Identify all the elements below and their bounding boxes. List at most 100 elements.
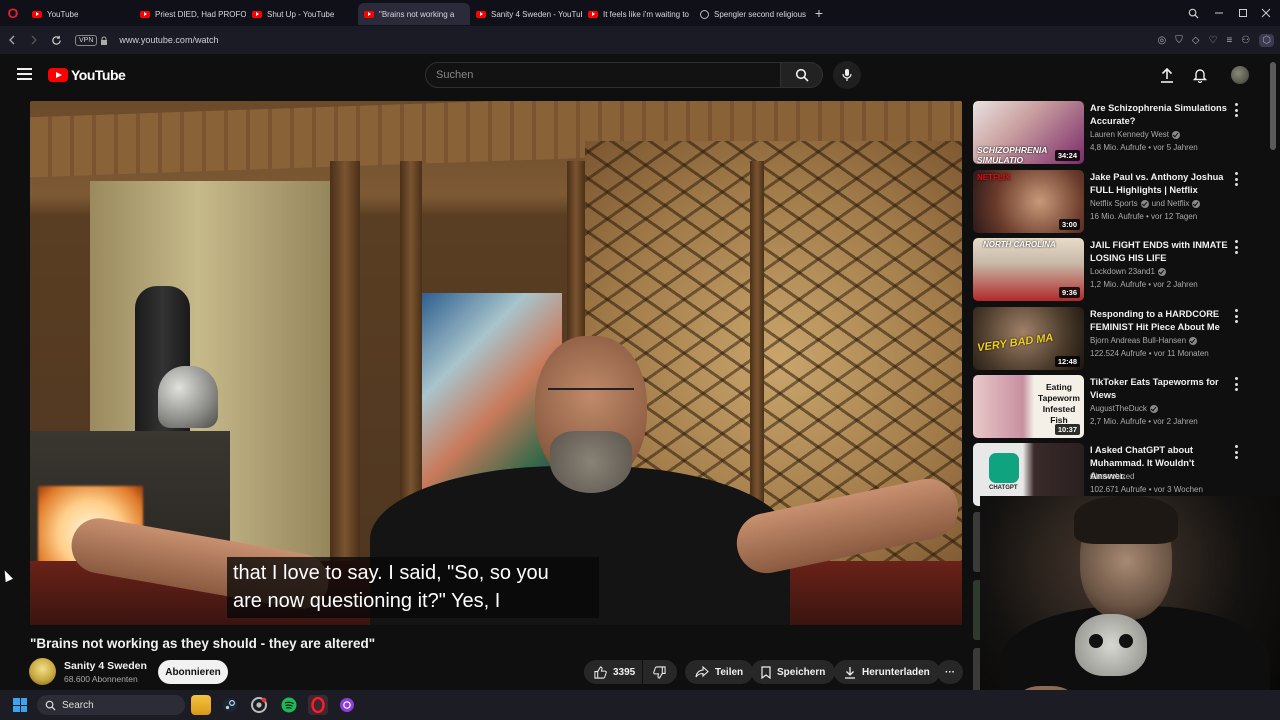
recommendation-meta: 16 Mio. Aufrufe • vor 12 Tagen — [1090, 212, 1198, 221]
lock-icon[interactable] — [97, 29, 111, 51]
more-options-icon[interactable] — [1232, 240, 1240, 254]
video-player[interactable]: that I love to say. I said, "So, so you … — [30, 101, 962, 625]
recommendation-title[interactable]: Responding to a HARDCORE FEMINIST Hit Pi… — [1090, 308, 1230, 334]
recommendation-channel[interactable]: Bjorn Andreas Bull-Hansen — [1090, 336, 1198, 345]
share-button[interactable]: Teilen — [685, 660, 754, 684]
recommendation-thumbnail[interactable]: NETFLIX 3:00 — [973, 170, 1084, 233]
opera-icon[interactable] — [308, 695, 328, 715]
recommendation-title[interactable]: JAIL FIGHT ENDS with INMATE LOSING HIS L… — [1090, 239, 1230, 265]
back-icon[interactable] — [1, 29, 23, 51]
recommendation-meta: 4,8 Mio. Aufrufe • vor 5 Jahren — [1090, 143, 1198, 152]
new-tab-button[interactable]: + — [808, 2, 830, 24]
profile-icon[interactable]: ⚇ — [1241, 35, 1250, 46]
search-tabs-icon[interactable] — [1188, 0, 1199, 26]
recommendation-item[interactable]: NETFLIX 3:00 Jake Paul vs. Anthony Joshu… — [973, 170, 1263, 234]
extensions-icon[interactable]: ⬡ — [1259, 33, 1274, 47]
skull-shirt-graphic — [1075, 614, 1147, 676]
minimize-icon[interactable] — [1214, 0, 1224, 26]
video-caption: that I love to say. I said, "So, so you … — [227, 557, 599, 618]
tab-label: Sanity 4 Sweden - YouTub — [491, 9, 582, 19]
chrome-icon[interactable] — [249, 695, 269, 715]
video-duration: 3:00 — [1058, 219, 1080, 230]
youtube-logo[interactable]: YouTube — [48, 67, 126, 83]
verified-icon — [1149, 404, 1158, 413]
recommendation-thumbnail[interactable]: Eating Tapeworm Infested Fish 10:37 — [973, 375, 1084, 438]
download-icon — [845, 666, 855, 679]
recommendation-thumbnail[interactable]: NORTH CAROLINA 9:36 — [973, 238, 1084, 301]
steam-icon[interactable] — [220, 695, 240, 715]
url-text[interactable]: www.youtube.com/watch — [119, 35, 218, 45]
reload-icon[interactable] — [45, 29, 67, 51]
windows-taskbar: Search — [0, 690, 1280, 720]
webcam-overlay — [980, 496, 1280, 720]
channel-name[interactable]: Sanity 4 Sweden — [64, 660, 147, 672]
upload-icon[interactable] — [1157, 65, 1177, 85]
search-button[interactable] — [781, 62, 823, 88]
search-icon — [45, 700, 56, 711]
tab-it-feels-like[interactable]: It feels like i'm waiting to — [582, 3, 694, 25]
more-options-icon[interactable] — [1232, 103, 1240, 117]
microphone-icon — [842, 69, 852, 81]
more-options-icon[interactable] — [1232, 172, 1240, 186]
dislike-button[interactable] — [643, 660, 677, 684]
more-options-icon[interactable] — [1232, 309, 1240, 323]
shield-icon[interactable]: ⛉ — [1175, 35, 1183, 46]
windows-start-icon[interactable] — [13, 698, 27, 712]
recommendation-title[interactable]: Are Schizophrenia Simulations Accurate? — [1090, 102, 1230, 128]
channel-avatar[interactable] — [29, 658, 56, 685]
notifications-bell-icon[interactable] — [1190, 65, 1210, 85]
recommendation-thumbnail[interactable]: VERY BAD MA 12:48 — [973, 307, 1084, 370]
verified-icon — [1157, 267, 1166, 276]
voice-search-button[interactable] — [833, 61, 861, 89]
more-actions-button[interactable]: ··· — [937, 660, 963, 684]
recommendation-title[interactable]: TikToker Eats Tapeworms for Views — [1090, 376, 1230, 402]
taskbar-search[interactable]: Search — [37, 695, 185, 715]
tab-youtube[interactable]: YouTube — [26, 3, 134, 25]
recommendation-item[interactable]: Eating Tapeworm Infested Fish 10:37 TikT… — [973, 375, 1263, 439]
youtube-icon — [588, 10, 598, 18]
maximize-icon[interactable] — [1238, 0, 1248, 26]
mouse-cursor-icon — [1, 568, 13, 583]
file-explorer-icon[interactable] — [191, 695, 211, 715]
recommendation-title[interactable]: Jake Paul vs. Anthony Joshua FULL Highli… — [1090, 171, 1230, 197]
more-options-icon[interactable] — [1232, 377, 1240, 391]
cube-icon[interactable]: ◇ — [1192, 35, 1200, 46]
recommendation-item[interactable]: VERY BAD MA 12:48 Responding to a HARDCO… — [973, 307, 1263, 371]
recommendation-channel[interactable]: Lauren Kennedy West — [1090, 130, 1181, 139]
page-scrollbar[interactable] — [1270, 62, 1276, 150]
download-button[interactable]: Herunterladen — [834, 660, 940, 684]
tab-sanity-4-sweden[interactable]: Sanity 4 Sweden - YouTub — [470, 3, 582, 25]
more-options-icon[interactable] — [1232, 445, 1240, 459]
tab-label: "Brains not working a — [379, 9, 455, 19]
close-window-icon[interactable] — [1261, 0, 1271, 26]
spotify-icon[interactable] — [279, 695, 299, 715]
save-button[interactable]: Speichern — [751, 660, 836, 684]
like-button[interactable]: 3395 — [584, 660, 642, 684]
browser-tab-strip: O YouTube Priest DIED, Had PROFOU Shut U… — [0, 0, 1280, 26]
search-input[interactable] — [436, 69, 780, 81]
forward-icon[interactable] — [23, 29, 45, 51]
recommendation-item[interactable]: NORTH CAROLINA 9:36 JAIL FIGHT ENDS with… — [973, 238, 1263, 302]
tab-priest-died[interactable]: Priest DIED, Had PROFOU — [134, 3, 246, 25]
recommendation-channel[interactable]: Chatechized — [1090, 472, 1134, 481]
recommendation-channel[interactable]: Netflix Sports und Netflix — [1090, 199, 1201, 208]
recommendation-channel[interactable]: Lockdown 23and1 — [1090, 267, 1166, 276]
opera-logo-icon[interactable]: O — [0, 0, 26, 26]
hamburger-menu-icon[interactable] — [17, 68, 32, 80]
recommendation-thumbnail[interactable]: SCHIZOPHRENIA SIMULATIO 34:24 — [973, 101, 1084, 164]
search-icon — [795, 68, 809, 82]
vpn-badge[interactable]: VPN — [75, 34, 98, 46]
purple-app-icon[interactable] — [337, 695, 357, 715]
heart-icon[interactable]: ♡ — [1208, 35, 1217, 46]
tab-brains-not-working[interactable]: "Brains not working a — [358, 3, 470, 25]
tab-spengler[interactable]: Spengler second religious — [694, 3, 808, 25]
menu-lines-icon[interactable]: ≡ — [1226, 35, 1232, 46]
recommendation-item[interactable]: SCHIZOPHRENIA SIMULATIO 34:24 Are Schizo… — [973, 101, 1263, 165]
tab-label: It feels like i'm waiting to — [603, 9, 690, 19]
user-avatar[interactable] — [1231, 66, 1249, 84]
recommendation-channel[interactable]: AugustTheDuck — [1090, 404, 1158, 413]
globe-icon — [700, 9, 709, 19]
subscribe-button[interactable]: Abonnieren — [158, 660, 228, 684]
camera-icon[interactable]: ◎ — [1158, 35, 1167, 46]
tab-shut-up[interactable]: Shut Up - YouTube — [246, 3, 358, 25]
